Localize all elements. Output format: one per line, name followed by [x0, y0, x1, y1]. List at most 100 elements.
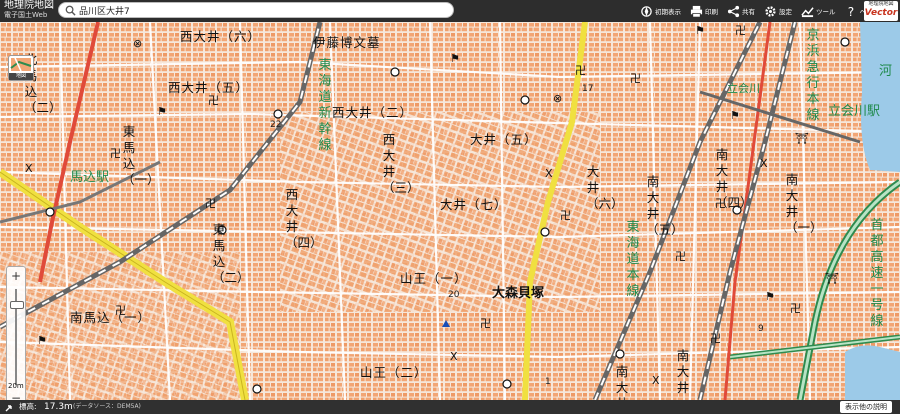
svg-text:X: X: [760, 157, 768, 170]
river-label: 河: [879, 64, 893, 79]
ito-hirobumi-grave-label: 伊藤博文墓: [313, 35, 381, 50]
area-label-higashimagome-2: 東馬込（二）: [212, 222, 250, 285]
area-label-nishioi-4: 西大井（四）: [285, 187, 323, 250]
svg-text:⚑: ⚑: [450, 52, 460, 65]
zoom-control: + −: [6, 266, 26, 400]
svg-text:X: X: [25, 162, 33, 175]
svg-text:X: X: [545, 167, 553, 180]
tachiaigawa-station-label: 立会川駅: [828, 104, 881, 119]
svg-text:卍: 卍: [205, 197, 216, 210]
map-app: 地理院地図 電子国土Web 初期表示 印刷 共有: [0, 0, 900, 414]
settings-button[interactable]: 設定: [764, 5, 792, 18]
svg-text:卍: 卍: [710, 332, 721, 345]
area-label-higashimagome-1: 東馬込（一）: [122, 124, 160, 187]
block-number-1: 1: [545, 377, 551, 387]
symbol-post-office: ⊗: [553, 92, 562, 105]
scale-bar-label: 20m: [8, 382, 24, 390]
area-label-oi-7: 大井（七）: [440, 197, 508, 212]
elevation-value: 17.3m: [44, 402, 73, 412]
area-label-nishioi-3: 西大井（三）: [382, 132, 420, 195]
share-label: 共有: [742, 8, 755, 16]
elevation-point-9: 9: [758, 324, 764, 334]
omori-shell-mound-label: 大森貝塚: [492, 286, 545, 301]
legend-button[interactable]: 表示他の説明: [840, 401, 892, 413]
elevation-point-20: 20: [448, 290, 460, 300]
compass-icon: [641, 5, 652, 17]
elevation-point-22: 22: [270, 120, 282, 130]
search-input[interactable]: [79, 3, 449, 17]
area-label-oi-6: 大井（六）: [586, 164, 624, 211]
map-canvas[interactable]: ⊗ ⊗ 卍卍卍 卍卍卍 卍卍卍 卍卍卍 卍 ⛩ ⛩ XXX XX ⚑ ⚑ ⚑ ⚑ ⚑ ⚑: [0, 22, 900, 400]
svg-text:X: X: [450, 350, 458, 363]
symbol-post-office: ⊗: [133, 37, 142, 50]
zoom-slider-handle[interactable]: [10, 301, 24, 309]
svg-text:?: ?: [847, 5, 853, 18]
area-label-nishioi-2: 西大井（二）: [332, 105, 414, 120]
map-layer-icon: [10, 57, 32, 72]
area-label-minamioi-bottom-2: 南大井: [676, 348, 690, 395]
search-box[interactable]: [58, 2, 454, 18]
layer-switch-button[interactable]: 地図: [8, 55, 34, 81]
svg-text:卍: 卍: [110, 147, 121, 160]
print-label: 印刷: [705, 8, 718, 16]
zoom-out-button[interactable]: −: [7, 391, 25, 400]
svg-text:卍: 卍: [675, 250, 686, 263]
svg-text:卍: 卍: [790, 302, 801, 315]
search-icon[interactable]: [65, 5, 76, 16]
area-label-nishioi-6: 西大井（六）: [180, 29, 262, 44]
area-label-minamimagome-1: 南馬込（一）: [70, 310, 152, 325]
app-subtitle: 電子国土Web: [4, 11, 48, 19]
svg-text:⚑: ⚑: [37, 334, 47, 347]
elevation-point-17: 17: [582, 84, 594, 94]
svg-text:⚑: ⚑: [730, 109, 740, 122]
keihin-line-label: 京浜急行本線: [806, 28, 820, 123]
share-button[interactable]: 共有: [727, 5, 755, 18]
vector-badge-main: Vector: [864, 8, 898, 18]
tool-icon: [801, 6, 814, 17]
tools-label: ツール: [816, 8, 836, 16]
tokaido-shinkansen-label: 東海道新幹線: [318, 58, 332, 153]
svg-text:卍: 卍: [735, 24, 746, 37]
area-label-sanno-1: 山王（一）: [400, 271, 468, 286]
settings-label: 設定: [779, 8, 792, 16]
tools-button[interactable]: ツール: [801, 5, 836, 18]
svg-text:卍: 卍: [480, 317, 491, 330]
app-title: 地理院地図: [4, 0, 54, 11]
area-label-sanno-2: 山王（二）: [360, 365, 428, 380]
help-icon: ?: [847, 5, 853, 18]
area-label-oi-5: 大井（五）: [470, 132, 538, 147]
gear-icon: [765, 5, 776, 17]
initial-view-button[interactable]: 初期表示: [640, 5, 681, 18]
vector-badge-top: 地理院地図: [868, 1, 894, 7]
svg-text:卍: 卍: [560, 209, 571, 222]
area-label-minamioi-4: 南大井（四）: [715, 147, 753, 210]
svg-text:卍: 卍: [575, 64, 586, 77]
print-button[interactable]: 印刷: [690, 5, 718, 18]
elevation-label: 標高:: [19, 402, 37, 411]
app-logo[interactable]: 地理院地図 電子国土Web: [4, 1, 56, 21]
tokaido-honsen-label: 東海道本線: [626, 220, 640, 299]
svg-text:卍: 卍: [630, 72, 641, 85]
svg-text:⚑: ⚑: [157, 105, 167, 118]
svg-text:⛩: ⛩: [795, 132, 809, 145]
magome-station-label: 馬込駅: [70, 170, 110, 185]
svg-text:X: X: [652, 374, 660, 387]
zoom-in-button[interactable]: +: [7, 269, 25, 283]
vector-badge[interactable]: 地理院地図 Vector: [864, 1, 898, 21]
area-label-minamioi-bottom: 南大井: [615, 364, 629, 400]
svg-text:⛩: ⛩: [825, 272, 839, 285]
area-label-minamioi-5: 南大井（五）: [646, 174, 684, 237]
print-icon: [690, 5, 703, 17]
layer-button-label: 地図: [9, 73, 33, 80]
status-bar: 標高: 17.3m (データソース：DEM5A) 表示他の説明: [0, 400, 900, 414]
shuto-expressway-label: 首都高速一号線: [870, 218, 884, 329]
elevation-arrow-icon[interactable]: [5, 402, 15, 412]
svg-text:⚑: ⚑: [765, 290, 775, 303]
tachiaigawa-river-label: 立会川: [727, 82, 760, 95]
top-bar: 地理院地図 電子国土Web 初期表示 印刷 共有: [0, 0, 900, 22]
svg-text:⚑: ⚑: [695, 24, 705, 37]
toolbar: 初期表示 印刷 共有 設定 ツール ? ヘルプ: [640, 0, 888, 22]
elevation-source: (データソース：DEM5A): [73, 403, 141, 410]
initial-view-label: 初期表示: [655, 8, 681, 16]
area-label-minamioi-1: 南大井（一）: [785, 172, 823, 235]
